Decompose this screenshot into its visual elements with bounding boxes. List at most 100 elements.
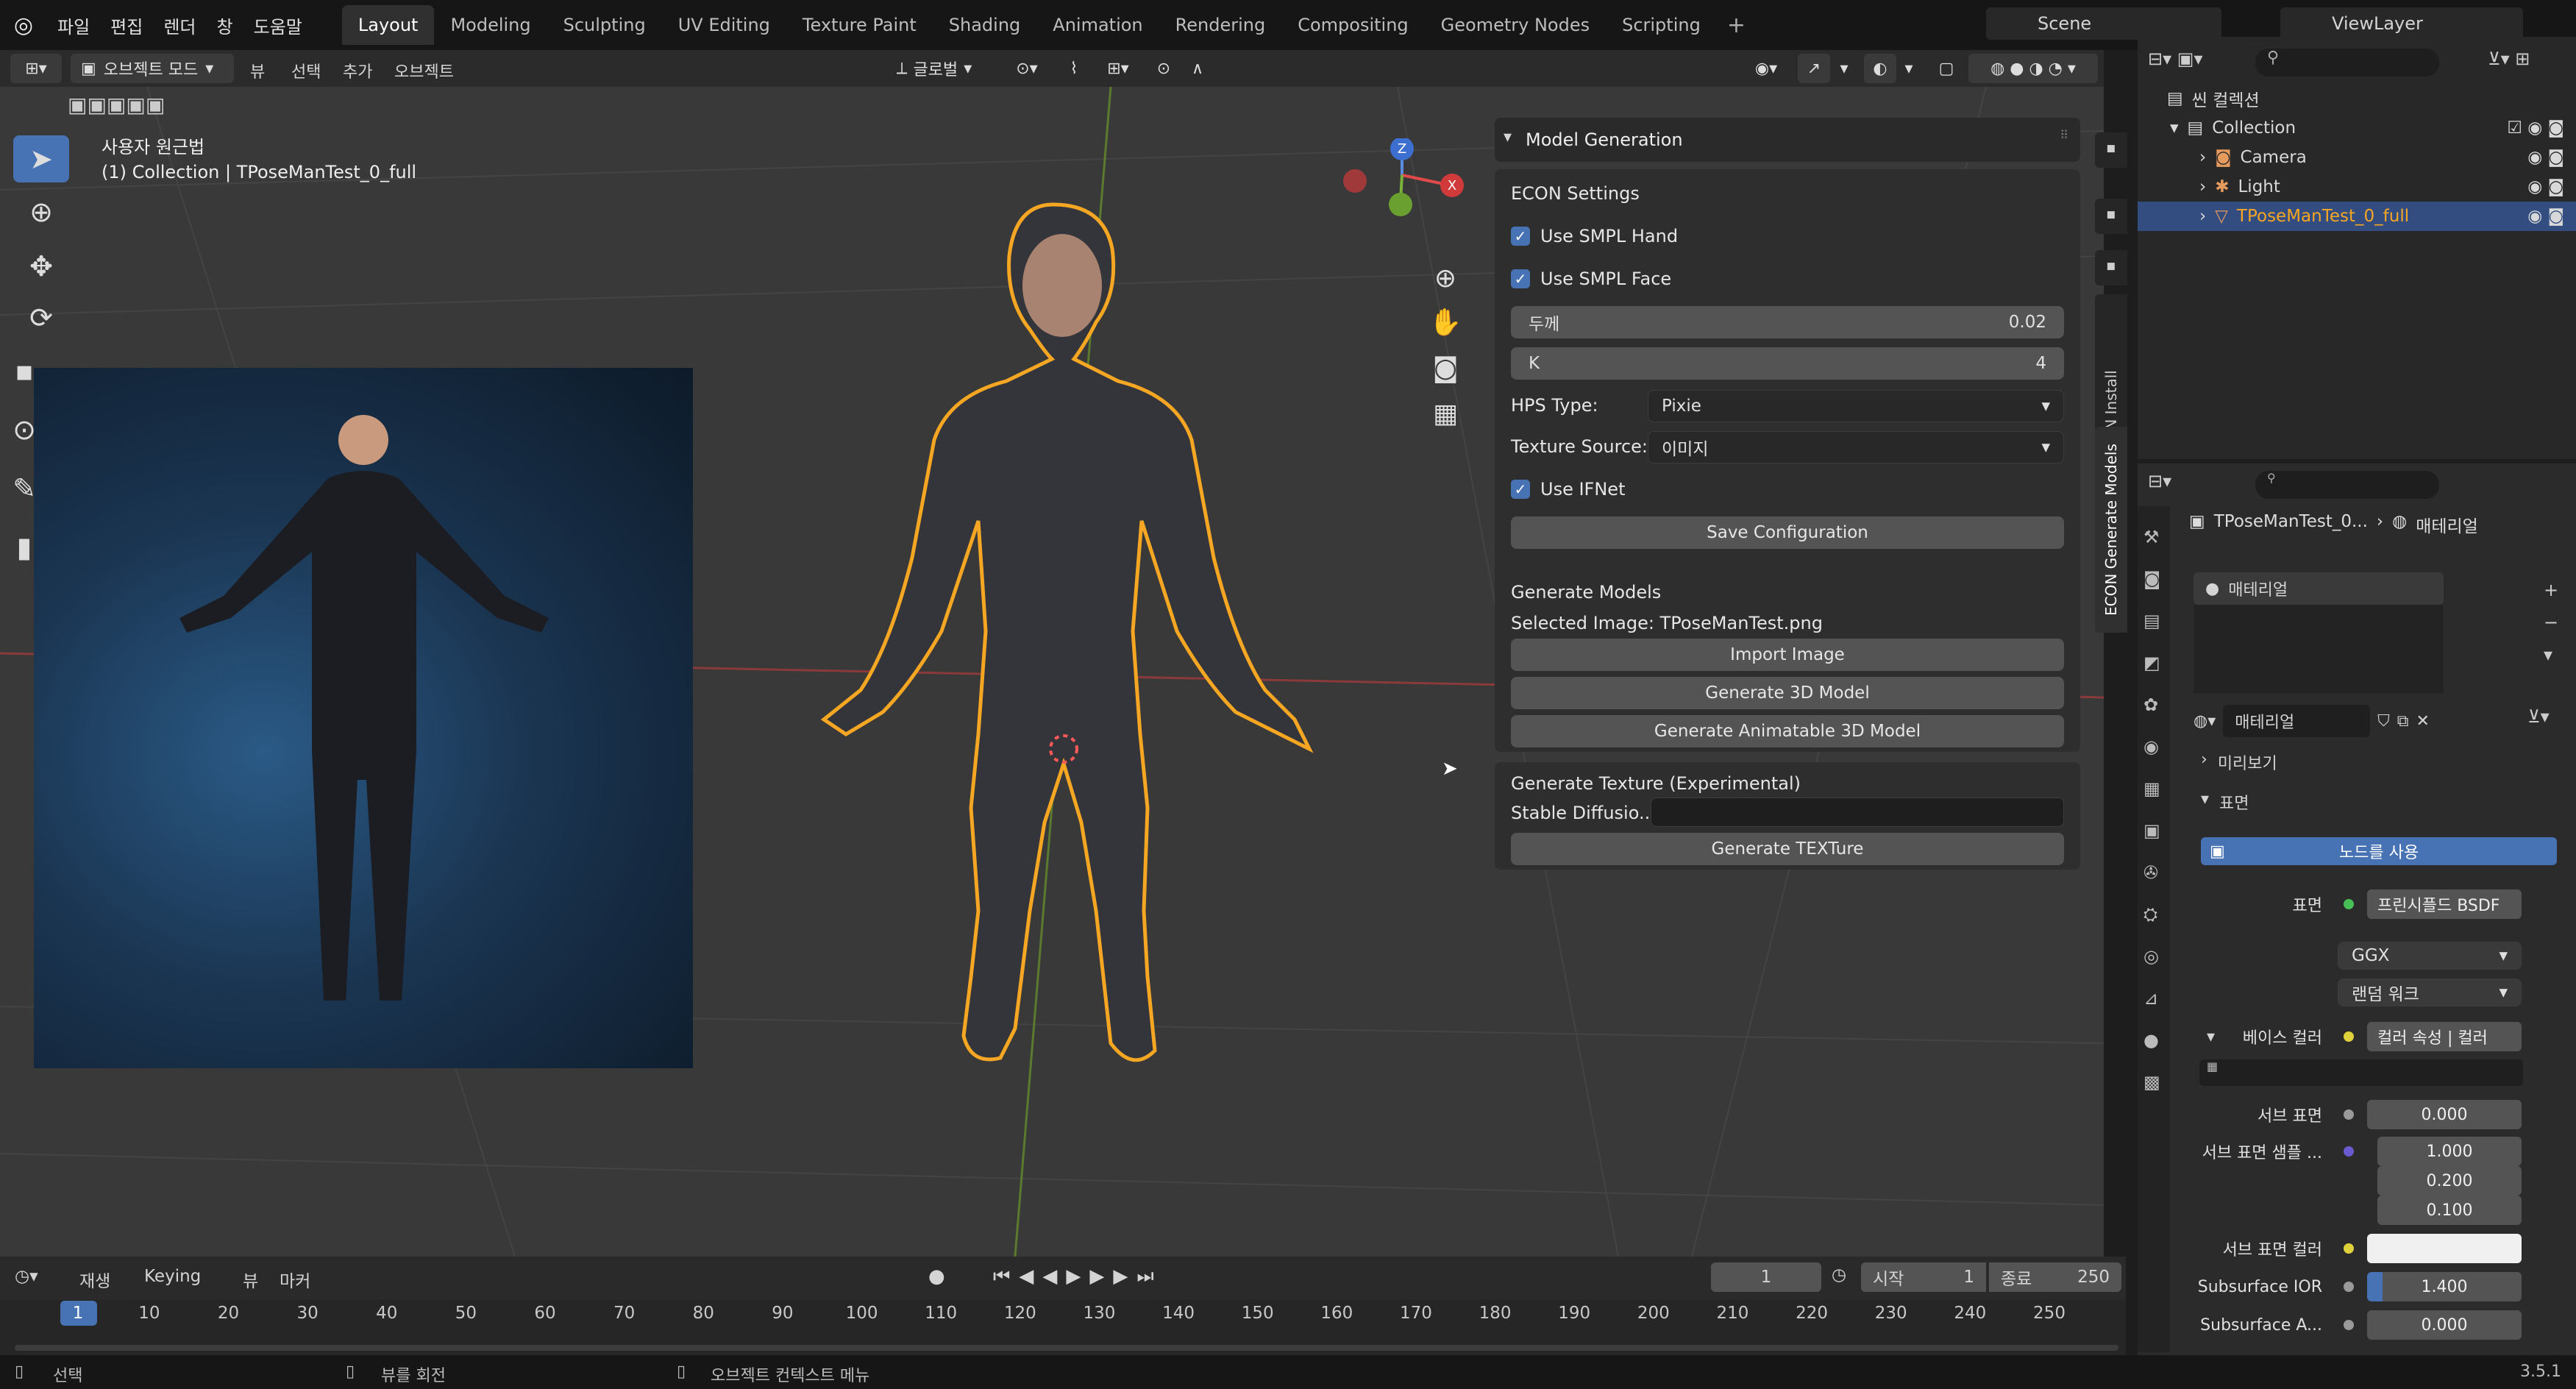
add-workspace-icon[interactable]: + <box>1717 13 1756 38</box>
hps-type-dropdown[interactable]: Pixie ▾ <box>1648 390 2064 422</box>
snap-icon[interactable]: ⌇ <box>1058 54 1090 83</box>
tab-compositing[interactable]: Compositing <box>1281 5 1424 45</box>
ortho-grid-icon[interactable]: ▦ <box>1423 391 1467 436</box>
properties-editor-icon[interactable]: ⊟▾ <box>2148 471 2171 491</box>
panel-header[interactable]: ▾ Model Generation ⠿ <box>1495 118 2080 162</box>
use-smpl-face-checkbox[interactable]: ✓ Use SMPL Face <box>1511 263 2064 294</box>
tab-animation[interactable]: Animation <box>1036 5 1159 45</box>
outliner-editor-icons[interactable]: ⊟▾ ▣▾ <box>2148 49 2236 78</box>
select-mode-group[interactable]: ▣▣▣▣▣ <box>29 90 213 122</box>
menu-object[interactable]: 오브젝트 <box>394 59 454 82</box>
collection-row[interactable]: ▾ ▤ Collection ☑ ◉ ◙ <box>2138 113 2576 143</box>
measure-tool-icon[interactable]: ▮ <box>13 524 35 571</box>
outliner-search-input[interactable]: ⚲ <box>2255 49 2439 77</box>
camera-view-icon[interactable]: ◙ <box>1423 346 1467 390</box>
menu-view[interactable]: 뷰 <box>250 59 265 82</box>
stable-diffusion-input[interactable] <box>1651 797 2064 827</box>
tab-layout[interactable]: Layout <box>341 5 435 45</box>
surface-section[interactable]: ▾ 표면 <box>2201 790 2249 814</box>
menu-timeline-view[interactable]: 뷰 <box>243 1267 258 1292</box>
filter-icon[interactable]: ⊻▾ ⊞ <box>2488 49 2530 69</box>
menu-add[interactable]: 추가 <box>343 59 372 82</box>
clock-icon[interactable]: ◷ <box>1832 1265 1846 1285</box>
outliner-item-camera[interactable]: › ◙ Camera ◉ ◙ <box>2138 143 2576 172</box>
viewlayer-selector[interactable]: ViewLayer <box>2280 7 2523 40</box>
end-frame-field[interactable]: 종료 250 <box>1989 1262 2121 1292</box>
move-tool-icon[interactable]: ✥ <box>13 243 69 290</box>
menu-playback[interactable]: 재생 <box>79 1267 110 1292</box>
menu-window[interactable]: 창 <box>207 13 243 38</box>
menu-help[interactable]: 도움말 <box>243 13 313 38</box>
tab-modeling[interactable]: Modeling <box>434 5 547 45</box>
tab-scripting[interactable]: Scripting <box>1606 5 1717 45</box>
scale-tool-icon[interactable]: ▪ <box>13 347 35 394</box>
xray-icon[interactable]: ▢ <box>1930 54 1963 83</box>
drag-handle-icon[interactable]: ⠿ <box>2060 128 2068 142</box>
generate-animatable-model-button[interactable]: Generate Animatable 3D Model <box>1511 715 2064 747</box>
tab-shading[interactable]: Shading <box>933 5 1037 45</box>
rotate-tool-icon[interactable]: ⟳ <box>13 294 69 341</box>
surface-shader-field[interactable]: 프린시플드 BSDF <box>2367 889 2522 919</box>
subsurface-anisotropy-value[interactable]: 0.000 <box>2367 1310 2522 1340</box>
menu-keying[interactable]: Keying <box>144 1267 201 1286</box>
chevron-down-icon[interactable]: ▾ <box>1832 54 1857 83</box>
subsurface-color-swatch[interactable] <box>2367 1234 2522 1263</box>
outliner-item-light[interactable]: › ✱ Light ◉ ◙ <box>2138 172 2576 202</box>
menu-marker[interactable]: 마커 <box>280 1267 310 1292</box>
menu-select[interactable]: 선택 <box>291 59 321 82</box>
import-image-button[interactable]: Import Image <box>1511 639 2064 671</box>
blender-logo-icon[interactable]: ◎ <box>0 13 47 38</box>
distribution-dropdown[interactable]: GGX ▾ <box>2338 942 2522 970</box>
overlay-toggle-icon[interactable]: ◐ <box>1864 54 1896 83</box>
reference-image[interactable] <box>34 368 693 1068</box>
annotate-tool-icon[interactable]: ✎ <box>13 465 36 512</box>
selected-mesh[interactable] <box>736 175 1398 1102</box>
subsurface-value[interactable]: 0.000 <box>2367 1100 2522 1129</box>
proportional-edit-icon[interactable]: ⊙ <box>1148 54 1180 83</box>
scene-collection-row[interactable]: ▤ 씬 컬렉션 <box>2138 84 2576 113</box>
save-configuration-button[interactable]: Save Configuration <box>1511 516 2064 549</box>
use-ifnet-checkbox[interactable]: ✓ Use IFNet <box>1511 474 2064 505</box>
shading-mode-group[interactable]: ◍ ● ◑ ◔ ▾ <box>1968 54 2098 83</box>
subsurface-radius-z[interactable]: 0.100 <box>2377 1196 2522 1225</box>
playback-controls[interactable]: ⏮◀◀▶▶▶⏭ <box>993 1265 1163 1288</box>
tab-uv-editing[interactable]: UV Editing <box>662 5 786 45</box>
mode-selector[interactable]: ▣ 오브젝트 모드 ▾ <box>71 54 234 83</box>
generate-3d-model-button[interactable]: Generate 3D Model <box>1511 677 2064 709</box>
timeline-editor-icon[interactable]: ◷▾ <box>15 1267 38 1286</box>
slot-buttons[interactable]: + − ▾ <box>2544 574 2558 671</box>
tab-geometry-nodes[interactable]: Geometry Nodes <box>1425 5 1606 45</box>
outliner-item-mesh[interactable]: › ▽ TPoseManTest_0_full ◉ ◙ <box>2138 202 2576 231</box>
falloff-icon[interactable]: ∧ <box>1181 54 1214 83</box>
zoom-icon[interactable]: ⊕ <box>1423 256 1467 300</box>
material-filter-icon[interactable]: ⊻▾ <box>2527 706 2550 727</box>
k-slider[interactable]: K 4 <box>1511 347 2064 380</box>
pan-hand-icon[interactable]: ✋ <box>1423 300 1467 344</box>
mesh-visibility-icons[interactable]: ◉ ◙ <box>2527 207 2564 226</box>
menu-edit[interactable]: 편집 <box>100 13 153 38</box>
tab-texture-paint[interactable]: Texture Paint <box>786 5 933 45</box>
pivot-icon[interactable]: ⊙▾ <box>1003 54 1050 83</box>
tab-view[interactable]: ▪ <box>2095 250 2127 285</box>
base-color-field[interactable]: 컬러 속성 | 컬러 <box>2367 1022 2522 1051</box>
tab-tool[interactable]: ▪ <box>2095 199 2127 234</box>
menu-file[interactable]: 파일 <box>47 13 100 38</box>
tab-rendering[interactable]: Rendering <box>1159 5 1282 45</box>
light-visibility-icons[interactable]: ◉ ◙ <box>2527 177 2564 196</box>
select-tool-icon[interactable]: ➤ <box>13 135 69 182</box>
subsurface-radius-x[interactable]: 1.000 <box>2377 1137 2522 1166</box>
timeline-scrollbar[interactable] <box>15 1345 2118 1351</box>
orientation-selector[interactable]: ⟂ 글로벌 ▾ <box>875 54 993 83</box>
editor-type-button[interactable]: ⊞▾ <box>10 54 62 83</box>
tab-item[interactable]: ▪ <box>2095 132 2127 168</box>
cursor-tool-icon[interactable]: ⊕ <box>13 188 69 235</box>
subsurface-method-dropdown[interactable]: 랜덤 워크 ▾ <box>2338 978 2522 1006</box>
navigation-gizmo[interactable]: Z X <box>1324 138 1471 234</box>
subsurface-ior-value[interactable]: 1.400 <box>2367 1272 2522 1301</box>
texture-source-dropdown[interactable]: 이미지 ▾ <box>1648 431 2064 463</box>
material-slot-item[interactable]: ● 매테리얼 <box>2193 572 2444 605</box>
current-frame-field[interactable]: 1 <box>1711 1262 1821 1292</box>
subsurface-radius-y[interactable]: 0.200 <box>2377 1166 2522 1196</box>
camera-visibility-icons[interactable]: ◉ ◙ <box>2527 148 2564 167</box>
visibility-icon[interactable]: ◉▾ <box>1740 54 1792 83</box>
